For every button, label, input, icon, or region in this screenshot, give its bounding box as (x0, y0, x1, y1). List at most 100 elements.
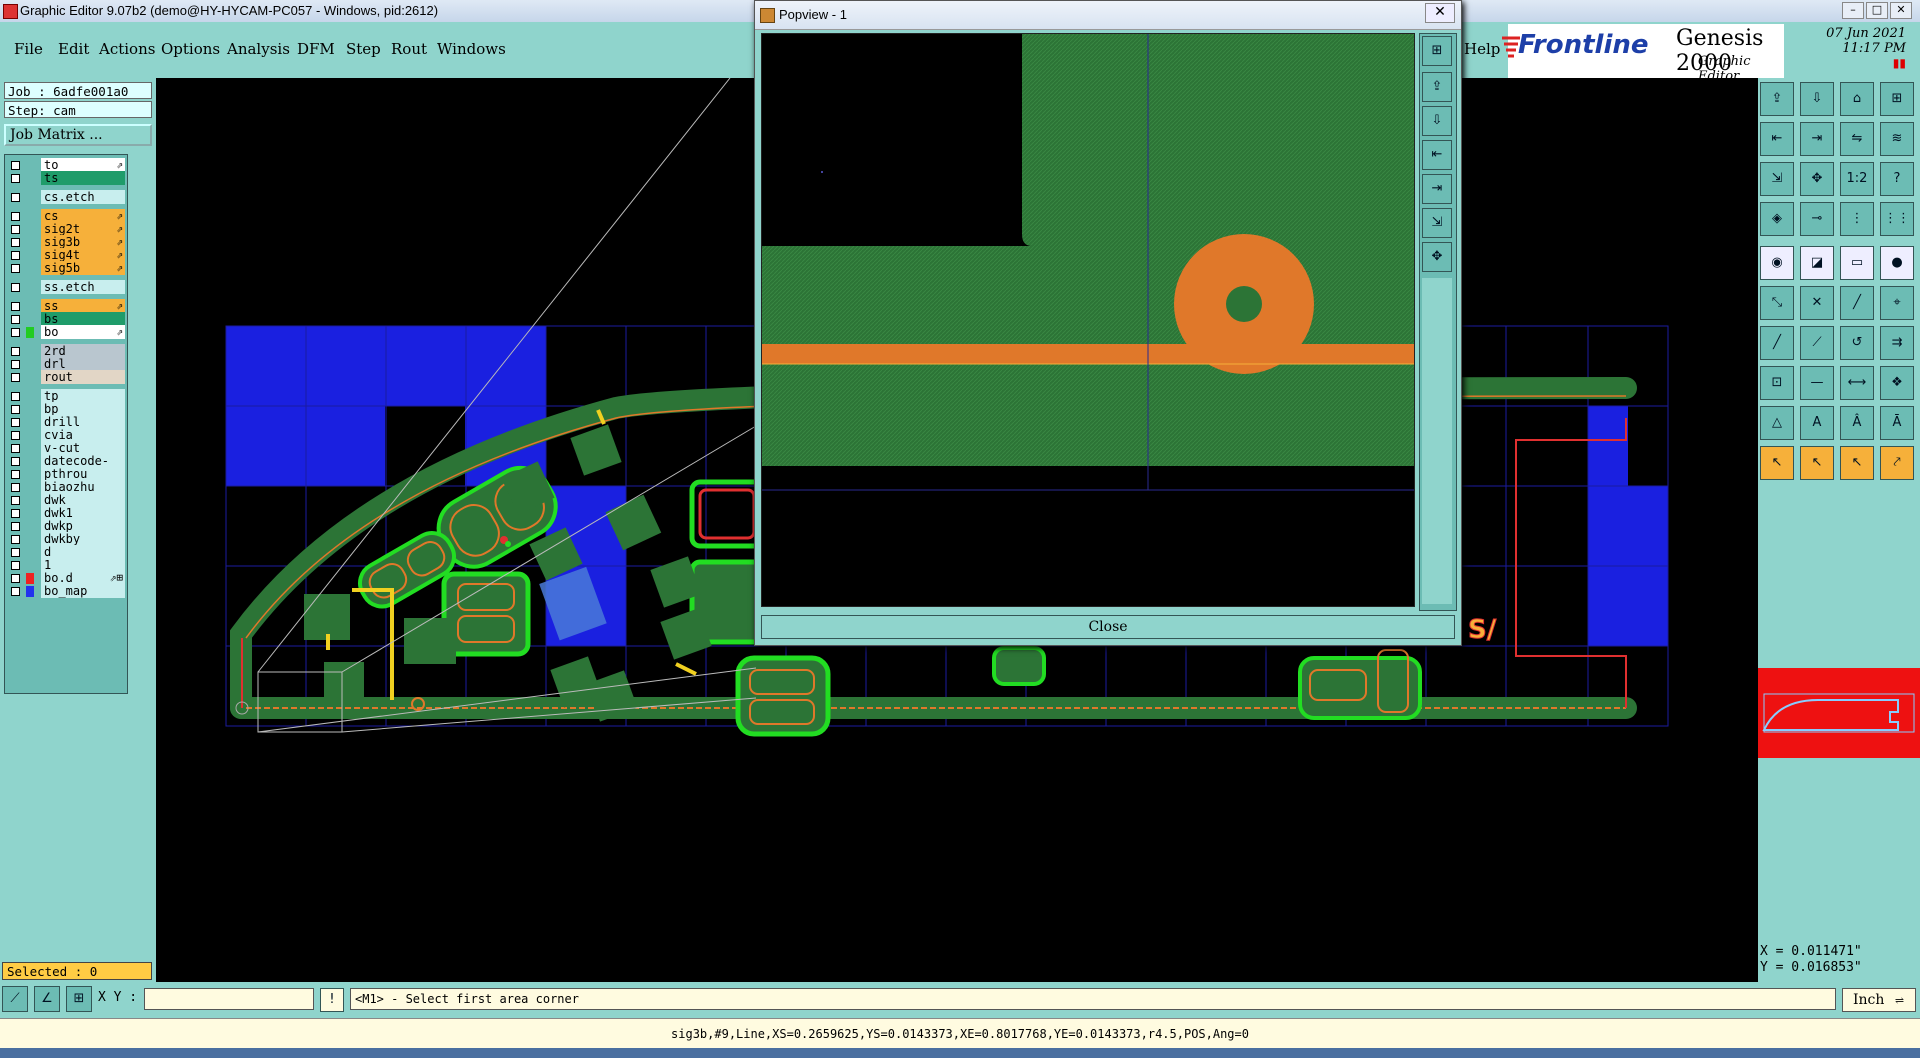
info-icon[interactable]: ! (320, 988, 344, 1012)
layer-checkbox[interactable] (11, 174, 20, 183)
save-icon[interactable]: ⇩ (1800, 82, 1834, 116)
node-icon[interactable]: ⊡ (1760, 366, 1794, 400)
layer-name[interactable]: cs (41, 209, 125, 223)
menu-windows[interactable]: Windows (437, 40, 506, 58)
popview-tool-3-icon[interactable]: ⇩ (1422, 106, 1452, 136)
layer-checkbox[interactable] (11, 161, 20, 170)
menu-dfm[interactable]: DFM (297, 40, 335, 58)
popview-tool-4-icon[interactable]: ⇤ (1422, 140, 1452, 170)
layer-checkbox[interactable] (11, 302, 20, 311)
pointer-route-icon[interactable]: ⤤ (1880, 446, 1914, 480)
layer-checkbox[interactable] (11, 535, 20, 544)
layer-checkbox[interactable] (11, 561, 20, 570)
menu-help[interactable]: Help (1464, 40, 1500, 58)
panel-icon[interactable]: ⊞ (1880, 82, 1914, 116)
job-matrix-button[interactable]: Job Matrix ... (4, 124, 152, 146)
layer-name[interactable]: bo (41, 325, 125, 339)
menu-options[interactable]: Options (161, 40, 220, 58)
layer-row[interactable]: sig5b ⇗ (5, 261, 127, 276)
net2-icon[interactable]: ⋮⋮ (1880, 202, 1914, 236)
pointer-move-icon[interactable]: ↖ (1840, 446, 1874, 480)
layer-name[interactable]: cvia (41, 428, 125, 442)
layer-checkbox[interactable] (11, 470, 20, 479)
layer-name[interactable]: ss.etch (41, 280, 125, 294)
menu-file[interactable]: File (14, 40, 43, 58)
layer-checkbox[interactable] (11, 444, 20, 453)
layer-checkbox[interactable] (11, 238, 20, 247)
group-icon[interactable]: ❖ (1880, 366, 1914, 400)
layer-name[interactable]: dwkp (41, 519, 125, 533)
popview-tool-6-icon[interactable]: ⇲ (1422, 208, 1452, 238)
layer-row[interactable]: rout (5, 370, 127, 385)
layer-checkbox[interactable] (11, 193, 20, 202)
layer-name[interactable]: sig2t (41, 222, 125, 236)
layer-name[interactable]: dwkby (41, 532, 125, 546)
layer-edit-icon[interactable]: ⇗ (116, 158, 123, 171)
menu-analysis[interactable]: Analysis (227, 40, 290, 58)
shape-icon[interactable]: ◪ (1800, 246, 1834, 280)
align-icon[interactable]: ⇉ (1880, 326, 1914, 360)
xy-input[interactable] (144, 988, 314, 1010)
layer-name[interactable]: ss (41, 299, 125, 313)
layer-name[interactable]: to (41, 158, 125, 172)
layer-name[interactable]: dwk (41, 493, 125, 507)
minus-icon[interactable]: — (1800, 366, 1834, 400)
layer-icon[interactable]: ◈ (1760, 202, 1794, 236)
layer-edit-icon[interactable]: ⇗ (116, 209, 123, 222)
grid-mode-icon[interactable]: ⊞ (66, 986, 92, 1012)
menu-step[interactable]: Step (346, 40, 381, 58)
layer-checkbox[interactable] (11, 212, 20, 221)
layer-row[interactable]: ss.etch (5, 280, 127, 295)
layer-name[interactable]: rout (41, 370, 125, 384)
popview-canvas[interactable] (761, 33, 1415, 607)
layer-row[interactable]: cs.etch (5, 190, 127, 205)
layer-checkbox[interactable] (11, 587, 20, 596)
ruler-icon[interactable]: ▭ (1840, 246, 1874, 280)
layer-checkbox[interactable] (11, 392, 20, 401)
layer-edit-icon[interactable]: ⇗ (116, 325, 123, 338)
layer-checkbox[interactable] (11, 457, 20, 466)
layer-checkbox[interactable] (11, 405, 20, 414)
net-icon[interactable]: ⋮ (1840, 202, 1874, 236)
popview-tool-7-icon[interactable]: ✥ (1422, 242, 1452, 272)
layer-checkbox[interactable] (11, 509, 20, 518)
probe-icon[interactable]: ⊸ (1800, 202, 1834, 236)
layer-name[interactable]: 1 (41, 558, 125, 572)
home-icon[interactable]: ⌂ (1840, 82, 1874, 116)
layer-name[interactable]: sig3b (41, 235, 125, 249)
popview-tool-2-icon[interactable]: ⇪ (1422, 72, 1452, 102)
layer-edit-icon[interactable]: ⇗⊞ (110, 571, 123, 584)
layer-edit-icon[interactable]: ⇗ (116, 299, 123, 312)
close-window-button[interactable]: ✕ (1890, 2, 1912, 19)
arc-icon[interactable]: ↺ (1840, 326, 1874, 360)
layer-name[interactable]: 2rd (41, 344, 125, 358)
menu-rout[interactable]: Rout (391, 40, 427, 58)
units-button[interactable]: Inch ⇌ (1842, 988, 1916, 1012)
layer-row[interactable]: bo ⇗ (5, 325, 127, 340)
menu-edit[interactable]: Edit (58, 40, 89, 58)
line-icon[interactable]: ╱ (1840, 286, 1874, 320)
layer-checkbox[interactable] (11, 315, 20, 324)
connect-icon[interactable]: ⤡ (1760, 286, 1794, 320)
text-a-icon[interactable]: A (1800, 406, 1834, 440)
layer-checkbox[interactable] (11, 251, 20, 260)
help-icon[interactable]: ? (1880, 162, 1914, 196)
popview-tool-5-icon[interactable]: ⇥ (1422, 174, 1452, 204)
layer-edit-icon[interactable]: ⇗ (116, 248, 123, 261)
layer-checkbox[interactable] (11, 283, 20, 292)
layer-name[interactable]: bp (41, 402, 125, 416)
left-snap-icon[interactable]: ⇤ (1760, 122, 1794, 156)
layer-edit-icon[interactable]: ⇗ (116, 261, 123, 274)
layer-checkbox[interactable] (11, 225, 20, 234)
layer-row[interactable]: ts (5, 171, 127, 186)
right-snap-icon[interactable]: ⇥ (1800, 122, 1834, 156)
layer-checkbox[interactable] (11, 548, 20, 557)
cross-icon[interactable]: ✕ (1800, 286, 1834, 320)
layer-checkbox[interactable] (11, 373, 20, 382)
dot-icon[interactable]: ● (1880, 246, 1914, 280)
layer-name[interactable]: cs.etch (41, 190, 125, 204)
layer-name[interactable]: tp (41, 389, 125, 403)
popview-close-x-button[interactable]: ✕ (1425, 3, 1455, 23)
scale-icon[interactable]: 1:2 (1840, 162, 1874, 196)
layer-checkbox[interactable] (11, 264, 20, 273)
